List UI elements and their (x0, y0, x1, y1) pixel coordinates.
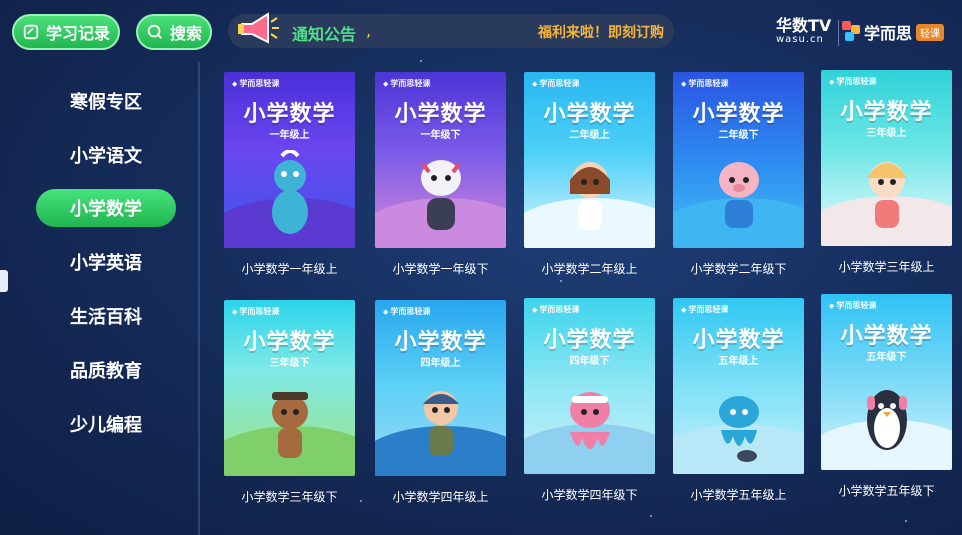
course-caption: 小学数学四年级下 (541, 488, 638, 502)
course-caption: 小学数学五年级下 (838, 484, 935, 498)
search-label: 搜索 (169, 24, 202, 43)
sidebar-item-quality-education[interactable]: 品质教育 (36, 351, 176, 389)
cover-title: 小学数学 (692, 328, 785, 353)
study-history-button[interactable]: 学习记录 (12, 14, 120, 50)
cover-grade: 一年级上 (269, 130, 310, 141)
sidebar-divider (198, 62, 200, 535)
course-caption: 小学数学三年级上 (838, 260, 935, 274)
cover-title: 小学数学 (543, 102, 636, 127)
wasu-logo: 华数TV wasu.cn (776, 18, 834, 48)
search-button[interactable]: 搜索 (136, 14, 212, 50)
cartoon-character-icon (719, 396, 759, 462)
edge-tab (0, 270, 8, 292)
cartoon-character-icon (867, 162, 907, 228)
xueersi-cover-logo: 学而思轻课 (232, 78, 279, 89)
study-history-label: 学习记录 (45, 24, 110, 43)
xueersi-cover-logo: 学而思轻课 (532, 304, 579, 315)
xueersi-tag: 轻课 (916, 23, 945, 41)
xueersi-cover-logo: 学而思轻课 (681, 304, 728, 315)
sidebar-item-math[interactable]: 小学数学 (36, 189, 176, 227)
xueersi-cover-logo: 学而思轻课 (383, 78, 430, 89)
cover-title: 小学数学 (394, 102, 487, 127)
cover-title: 小学数学 (543, 328, 636, 353)
megaphone-icon (238, 12, 279, 44)
cover-grade: 五年级下 (866, 352, 907, 363)
cover-title: 小学数学 (840, 324, 933, 349)
course-cover: 学而思轻课 小学数学 三年级下 (224, 300, 355, 476)
course-cover: 学而思轻课 小学数学 一年级上 (224, 72, 355, 248)
cover-grade: 三年级下 (269, 358, 310, 369)
xueersi-cover-logo: 学而思轻课 (232, 306, 279, 317)
brand-divider (838, 20, 839, 46)
sidebar-item-winter[interactable]: 寒假专区 (36, 82, 176, 120)
course-cover: 学而思轻课 小学数学 五年级下 (821, 294, 952, 470)
cover-title: 小学数学 (840, 100, 933, 125)
cartoon-character-icon (867, 390, 907, 450)
sidebar-item-english[interactable]: 小学英语 (36, 243, 176, 281)
cover-grade: 五年级上 (718, 356, 759, 367)
xueersi-logo: 学而思 轻课 (842, 20, 945, 44)
course-caption: 小学数学二年级下 (690, 262, 787, 276)
xueersi-name: 学而思 (864, 24, 913, 43)
course-cover: 学而思轻课 小学数学 二年级上 (524, 72, 655, 248)
cover-grade: 二年级下 (718, 130, 759, 141)
notice-separator: , (366, 21, 372, 40)
course-caption: 小学数学一年级上 (241, 262, 338, 276)
sidebar-item-chinese[interactable]: 小学语文 (36, 136, 176, 174)
course-caption: 小学数学二年级上 (541, 262, 638, 276)
notice-bar[interactable]: 通知公告 , 福利来啦！即刻订购 (228, 12, 674, 48)
cartoon-character-icon (423, 391, 459, 456)
xueersi-cover-logo: 学而思轻课 (532, 78, 579, 89)
cartoon-character-icon (272, 150, 308, 234)
wasu-logo-subtext: wasu.cn (776, 34, 824, 45)
course-grid: 学而思轻课 小学数学 一年级上 小学数学一年级上 学而思轻课 小学数学 一年级下 (220, 68, 962, 535)
cartoon-character-icon (570, 392, 610, 449)
course-cover: 学而思轻课 小学数学 四年级上 (375, 300, 506, 476)
cover-title: 小学数学 (394, 330, 487, 355)
cover-title: 小学数学 (243, 102, 336, 127)
cover-title: 小学数学 (243, 330, 336, 355)
top-bar: 学习记录 搜索 通知公告 , 福利来啦！即刻订购 华数TV wasu.cn 学而… (0, 0, 962, 62)
course-caption: 小学数学五年级上 (690, 488, 787, 502)
course-caption: 小学数学三年级下 (241, 490, 338, 504)
cover-grade: 三年级上 (866, 128, 907, 139)
cover-title: 小学数学 (692, 102, 785, 127)
cover-grade: 二年级上 (569, 130, 610, 141)
history-icon (23, 24, 39, 40)
sidebar-item-kids-coding[interactable]: 少儿编程 (36, 405, 176, 443)
xueersi-cover-logo: 学而思轻课 (383, 306, 430, 317)
cartoon-character-icon (570, 162, 610, 230)
category-sidebar: 寒假专区 小学语文 小学数学 小学英语 生活百科 品质教育 少儿编程 (0, 70, 200, 535)
cartoon-character-icon (272, 392, 308, 458)
course-cover: 学而思轻课 小学数学 二年级下 (673, 72, 804, 248)
notice-label: 通知公告 (292, 25, 357, 44)
xueersi-cover-logo: 学而思轻课 (829, 300, 876, 311)
cover-grade: 一年级下 (420, 130, 461, 141)
course-caption: 小学数学四年级上 (392, 490, 489, 504)
course-cover: 学而思轻课 小学数学 三年级上 (821, 70, 952, 246)
wasu-logo-text: 华数TV (776, 16, 832, 35)
course-cover: 学而思轻课 小学数学 五年级上 (673, 298, 804, 474)
notice-promo-text: 福利来啦！即刻订购 (538, 25, 664, 41)
xueersi-cover-logo: 学而思轻课 (829, 76, 876, 87)
sidebar-item-life-encyclopedia[interactable]: 生活百科 (36, 297, 176, 335)
xueersi-cover-logo: 学而思轻课 (681, 78, 728, 89)
search-icon (147, 24, 162, 39)
cartoon-character-icon (719, 162, 759, 228)
course-cover: 学而思轻课 小学数学 四年级下 (524, 298, 655, 474)
course-caption: 小学数学一年级下 (392, 262, 489, 276)
cartoon-character-icon (421, 160, 461, 230)
course-cover: 学而思轻课 小学数学 一年级下 (375, 72, 506, 248)
cover-grade: 四年级上 (420, 358, 461, 369)
xueersi-mark-icon (842, 21, 860, 43)
cover-grade: 四年级下 (569, 356, 610, 367)
